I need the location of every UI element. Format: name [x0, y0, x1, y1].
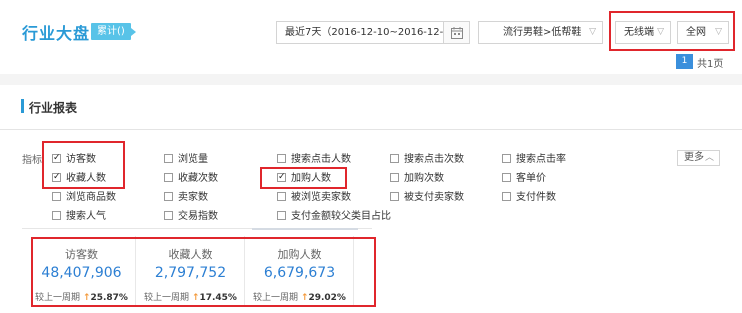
- chevron-down-icon: ▽: [715, 27, 722, 37]
- card-title: 访客数: [65, 248, 98, 261]
- metric-checkbox[interactable]: 加购次数: [390, 173, 444, 185]
- date-range-select[interactable]: 最近7天（2016-12-10~2016-12-16）: [276, 21, 444, 44]
- chevron-down-icon: ▽: [657, 27, 664, 37]
- checkbox-icon: [502, 173, 511, 182]
- checkbox-icon: [277, 192, 286, 201]
- card-value: 6,679,673: [263, 265, 336, 281]
- checkbox-icon: [52, 192, 61, 201]
- card-value: 2,797,752: [154, 265, 227, 281]
- metric-checkbox[interactable]: 收藏人数: [52, 171, 106, 185]
- section-accent-bar: [21, 99, 24, 113]
- metric-checkbox[interactable]: 收藏次数: [164, 173, 218, 185]
- category-dropdown[interactable]: 流行男鞋>低帮鞋 ▽: [478, 21, 603, 44]
- checkbox-icon: [390, 192, 399, 201]
- checkbox-icon: [164, 211, 173, 220]
- more-button[interactable]: 更多 ︿: [677, 150, 720, 166]
- metric-checkbox[interactable]: 支付金额较父类目占比: [277, 211, 391, 223]
- checkbox-icon: [164, 173, 173, 182]
- metric-checkbox[interactable]: 搜索点击人数: [277, 154, 351, 166]
- checkbox-icon: [164, 192, 173, 201]
- section-rule: [0, 129, 742, 130]
- chevron-down-icon: ▽: [589, 27, 596, 37]
- metric-checkbox[interactable]: 交易指数: [164, 211, 218, 223]
- checkbox-icon: [277, 154, 286, 163]
- checkbox-icon: [390, 154, 399, 163]
- more-label: 更多: [684, 152, 704, 163]
- card-compare: 较上一周期 ↑17.45%: [144, 293, 237, 303]
- page-number-button[interactable]: 1: [676, 54, 693, 69]
- checkbox-icon: [390, 173, 399, 182]
- checkbox-icon: [52, 152, 61, 164]
- page-total: 共1页: [697, 59, 724, 70]
- summary-card-favorites[interactable]: 收藏人数 2,797,752 较上一周期 ↑17.45%: [137, 236, 245, 306]
- chevron-up-icon: ︿: [704, 153, 714, 163]
- metric-checkbox[interactable]: 卖家数: [164, 192, 208, 204]
- metric-checkbox[interactable]: 被支付卖家数: [390, 192, 464, 204]
- network-value: 全网: [686, 27, 706, 38]
- card-title: 加购人数: [277, 248, 322, 261]
- calendar-icon: [451, 27, 463, 39]
- network-dropdown[interactable]: 全网 ▽: [677, 21, 729, 44]
- checkbox-icon: [52, 211, 61, 220]
- calendar-button[interactable]: [444, 21, 470, 44]
- metrics-label: 指标: [22, 155, 42, 166]
- card-title: 收藏人数: [168, 248, 213, 261]
- metric-checkbox[interactable]: 客单价: [502, 173, 546, 185]
- checkbox-icon: [52, 171, 61, 183]
- summary-card-cart[interactable]: 加购人数 6,679,673 较上一周期 ↑29.02%: [246, 236, 354, 306]
- card-compare: 较上一周期 ↑25.87%: [35, 293, 128, 303]
- checkbox-icon: [164, 154, 173, 163]
- metric-checkbox[interactable]: 搜索人气: [52, 211, 106, 223]
- checkbox-icon: [502, 154, 511, 163]
- checkbox-icon: [502, 192, 511, 201]
- device-dropdown[interactable]: 无线端 ▽: [615, 21, 671, 44]
- checkbox-icon: [277, 171, 286, 183]
- section-title: 行业报表: [29, 101, 78, 115]
- page-title: 行业大盘: [22, 24, 91, 43]
- checkbox-icon: [277, 211, 286, 220]
- metric-checkbox[interactable]: 浏览商品数: [52, 192, 116, 204]
- card-compare: 较上一周期 ↑29.02%: [253, 293, 346, 303]
- summary-card-visitors[interactable]: 访客数 48,407,906 较上一周期 ↑25.87%: [28, 236, 136, 306]
- metric-checkbox[interactable]: 被浏览卖家数: [277, 192, 351, 204]
- metric-checkbox[interactable]: 浏览量: [164, 154, 208, 166]
- cards-tab-indicator: [252, 228, 358, 230]
- metric-checkbox[interactable]: 搜索点击率: [502, 154, 566, 166]
- section-divider: [0, 74, 742, 85]
- metric-checkbox[interactable]: 搜索点击次数: [390, 154, 464, 166]
- card-value: 48,407,906: [41, 265, 122, 281]
- cumulative-badge[interactable]: 累计(): [91, 23, 136, 40]
- metric-checkbox[interactable]: 支付件数: [502, 192, 556, 204]
- category-value: 流行男鞋>低帮鞋: [503, 27, 582, 38]
- metric-checkbox[interactable]: 加购人数: [277, 171, 331, 185]
- device-value: 无线端: [624, 27, 654, 38]
- metric-checkbox[interactable]: 访客数: [52, 152, 96, 166]
